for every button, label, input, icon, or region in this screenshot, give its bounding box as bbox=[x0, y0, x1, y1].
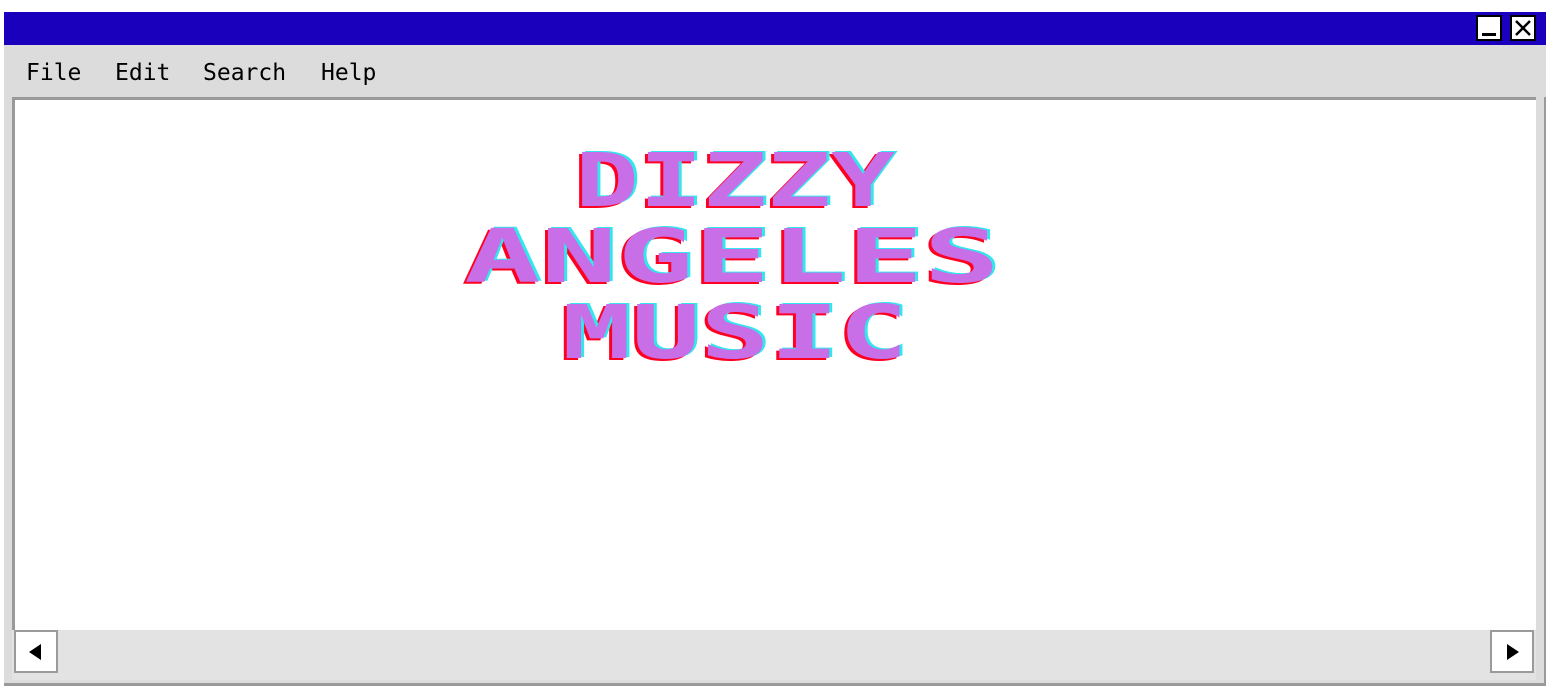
app-window: File Edit Search Help DIZZY DIZZY DIZZY … bbox=[4, 12, 1546, 686]
menu-search[interactable]: Search bbox=[203, 60, 286, 86]
close-icon bbox=[1515, 20, 1531, 36]
logo-line-3-text: MUSIC bbox=[562, 290, 908, 376]
content-area: DIZZY DIZZY DIZZY ANGELES ANGELES ANGELE… bbox=[12, 97, 1536, 630]
menu-edit[interactable]: Edit bbox=[115, 60, 170, 86]
logo-line-3: MUSIC MUSIC MUSIC bbox=[559, 289, 911, 378]
scroll-left-button[interactable] bbox=[14, 630, 58, 673]
title-bar[interactable] bbox=[4, 12, 1546, 45]
arrow-right-icon bbox=[1507, 643, 1519, 660]
menu-bar: File Edit Search Help bbox=[4, 45, 1546, 97]
minimize-icon bbox=[1482, 33, 1496, 36]
menu-help[interactable]: Help bbox=[321, 60, 376, 86]
minimize-button[interactable] bbox=[1476, 15, 1502, 41]
menu-file[interactable]: File bbox=[26, 60, 81, 86]
logo-line-2-text: ANGELES bbox=[464, 214, 1000, 300]
horizontal-scrollbar[interactable] bbox=[12, 630, 1536, 680]
close-button[interactable] bbox=[1510, 15, 1536, 41]
scroll-right-button[interactable] bbox=[1490, 630, 1534, 673]
dizzy-angeles-music-logo: DIZZY DIZZY DIZZY ANGELES ANGELES ANGELE… bbox=[461, 137, 1003, 378]
arrow-left-icon bbox=[29, 643, 41, 660]
logo-line-1-text: DIZZY bbox=[575, 138, 896, 224]
